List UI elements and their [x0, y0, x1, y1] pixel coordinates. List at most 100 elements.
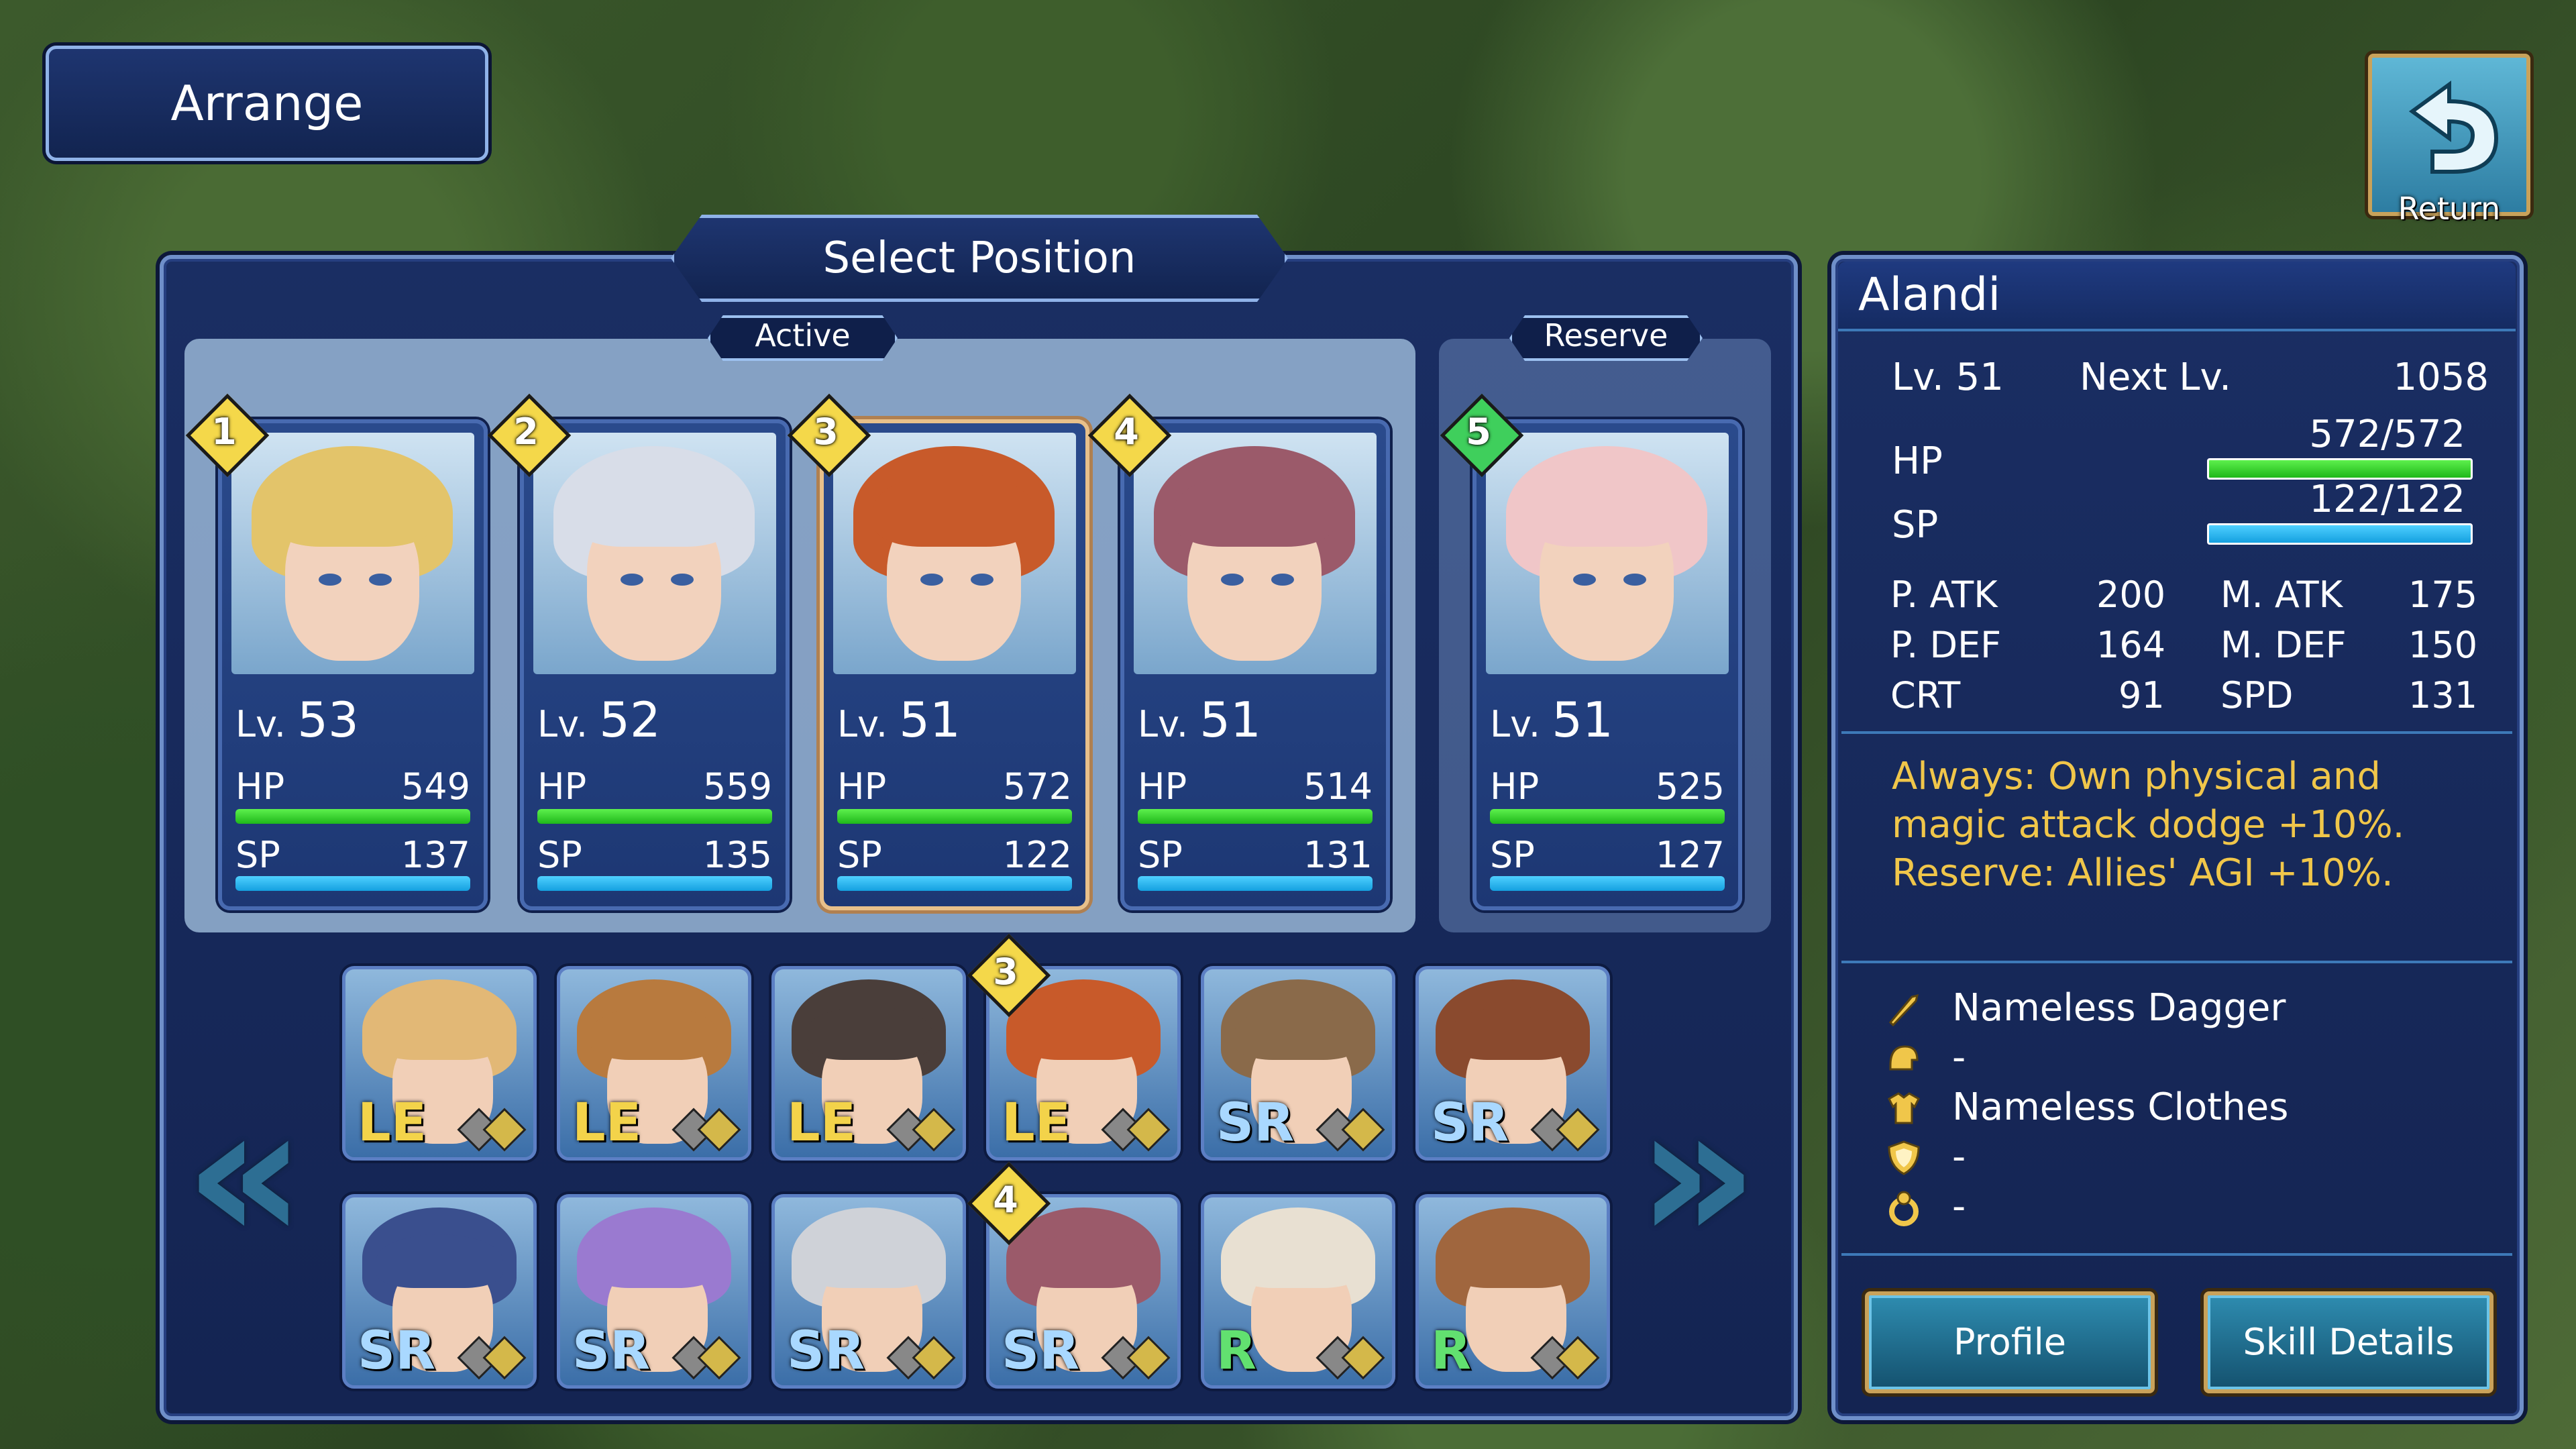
- patk-value: 200: [2096, 574, 2166, 616]
- party-hp-row: HP 559: [537, 765, 772, 808]
- party-hp-value: 559: [702, 765, 772, 808]
- party-card-3[interactable]: Lv. 51 HP 572 SP 122: [820, 419, 1089, 910]
- roster-bangs: [590, 1234, 718, 1288]
- prev-page-button[interactable]: «: [184, 1080, 306, 1268]
- party-level-prefix: Lv.: [235, 703, 286, 745]
- skill-details-button[interactable]: Skill Details: [2204, 1291, 2493, 1393]
- party-level: Lv. 52: [537, 692, 661, 748]
- roster-character-12[interactable]: R: [1415, 1194, 1610, 1389]
- next-page-button[interactable]: »: [1637, 1080, 1758, 1268]
- next-level-label: Next Lv.: [2080, 356, 2232, 399]
- screen-title-text: Arrange: [170, 75, 364, 131]
- roster-character-5[interactable]: SR: [1201, 966, 1395, 1161]
- roster-character-2[interactable]: LE: [557, 966, 751, 1161]
- portrait-eye-right: [671, 574, 694, 586]
- equip-row-shield[interactable]: -: [1885, 1135, 2489, 1185]
- mdef-label: M. DEF: [2220, 624, 2347, 666]
- equip-row-accessory[interactable]: -: [1885, 1185, 2489, 1234]
- portrait-eye-right: [369, 574, 392, 586]
- skill-line-3: Reserve: Allies' AGI +10%.: [1892, 851, 2394, 895]
- party-card-5[interactable]: Lv. 51 HP 525 SP 127: [1472, 419, 1742, 910]
- party-hp-row: HP 572: [837, 765, 1072, 808]
- party-level-prefix: Lv.: [537, 703, 588, 745]
- party-sp-row: SP 127: [1490, 834, 1725, 876]
- party-level: Lv. 53: [235, 692, 359, 748]
- mdef-value: 150: [2408, 624, 2478, 666]
- crt-label: CRT: [1890, 674, 1961, 716]
- roster-character-1[interactable]: LE: [342, 966, 537, 1161]
- party-sp-value: 137: [400, 834, 470, 876]
- equip-label-accessory: -: [1952, 1185, 1966, 1228]
- party-sp-label: SP: [235, 834, 280, 876]
- roster-bangs: [1449, 1006, 1576, 1060]
- party-hp-bar: [837, 809, 1072, 824]
- roster-character-6[interactable]: SR: [1415, 966, 1610, 1161]
- detail-divider-3: [1841, 1253, 2512, 1256]
- party-sp-bar: [1138, 876, 1373, 891]
- party-hp-value: 525: [1655, 765, 1725, 808]
- party-level: Lv. 51: [1490, 692, 1613, 748]
- detail-hp-label: HP: [1892, 439, 1943, 483]
- skill-details-button-label: Skill Details: [2243, 1321, 2455, 1363]
- roster-bangs: [590, 1006, 718, 1060]
- spd-value: 131: [2408, 674, 2478, 716]
- party-sp-value: 122: [1002, 834, 1072, 876]
- character-name-bar: Alandi: [1838, 262, 2516, 331]
- active-tag: Active: [708, 315, 898, 361]
- detail-sp-value: 122/122: [2309, 478, 2465, 521]
- rarity-label: R: [1216, 1321, 1257, 1381]
- skill-line-2: magic attack dodge +10%.: [1892, 803, 2405, 847]
- party-card-2[interactable]: Lv. 52 HP 559 SP 135: [520, 419, 790, 910]
- patk-label: P. ATK: [1890, 574, 1998, 616]
- party-level-value: 51: [899, 692, 961, 748]
- party-card-1[interactable]: Lv. 53 HP 549 SP 137: [218, 419, 488, 910]
- roster-bangs: [805, 1234, 932, 1288]
- party-sp-value: 127: [1655, 834, 1725, 876]
- slot-badge-number: 4: [993, 1179, 1018, 1221]
- rarity-label: SR: [1431, 1093, 1509, 1153]
- rarity-label: LE: [358, 1093, 427, 1153]
- equip-row-body[interactable]: Nameless Clothes: [1885, 1085, 2489, 1135]
- party-portrait: [533, 433, 776, 674]
- roster-bangs: [376, 1006, 503, 1060]
- rarity-label: R: [1431, 1321, 1472, 1381]
- party-sp-bar: [1490, 876, 1725, 891]
- rarity-label: SR: [358, 1321, 436, 1381]
- roster-character-9[interactable]: SR: [771, 1194, 966, 1389]
- select-position-title: Select Position: [671, 215, 1288, 302]
- portrait-eye-right: [1271, 574, 1294, 586]
- party-level-value: 51: [1552, 692, 1613, 748]
- detail-sp-bar: [2207, 523, 2473, 545]
- roster-character-7[interactable]: SR: [342, 1194, 537, 1389]
- portrait-eye-left: [920, 574, 943, 586]
- portrait-eye-left: [1221, 574, 1244, 586]
- portrait-eye-right: [1623, 574, 1646, 586]
- portrait-eye-left: [319, 574, 341, 586]
- party-hp-label: HP: [235, 765, 285, 808]
- party-sp-row: SP 135: [537, 834, 772, 876]
- roster-character-8[interactable]: SR: [557, 1194, 751, 1389]
- party-hp-bar: [1138, 809, 1373, 824]
- equip-row-head[interactable]: -: [1885, 1036, 2489, 1085]
- profile-button[interactable]: Profile: [1865, 1291, 2155, 1393]
- party-sp-value: 135: [702, 834, 772, 876]
- party-sp-value: 131: [1303, 834, 1373, 876]
- roster-bangs: [376, 1234, 503, 1288]
- party-level-value: 53: [297, 692, 359, 748]
- return-arrow-icon: [2408, 80, 2499, 174]
- pdef-label: P. DEF: [1890, 624, 2002, 666]
- return-button[interactable]: Return: [2368, 54, 2530, 227]
- roster-bangs: [1234, 1006, 1362, 1060]
- party-portrait: [231, 433, 474, 674]
- next-level-value: 1058: [2393, 356, 2489, 399]
- party-sp-row: SP 122: [837, 834, 1072, 876]
- roster-character-11[interactable]: R: [1201, 1194, 1395, 1389]
- roster-bangs: [1234, 1234, 1362, 1288]
- slot-badge-2: 2: [487, 393, 572, 478]
- party-card-4[interactable]: Lv. 51 HP 514 SP 131: [1120, 419, 1390, 910]
- roster-character-3[interactable]: LE: [771, 966, 966, 1161]
- rarity-label: SR: [1002, 1321, 1080, 1381]
- rarity-label: LE: [572, 1093, 641, 1153]
- screen-title: Arrange: [46, 46, 488, 161]
- equip-row-weapon[interactable]: Nameless Dagger: [1885, 986, 2489, 1036]
